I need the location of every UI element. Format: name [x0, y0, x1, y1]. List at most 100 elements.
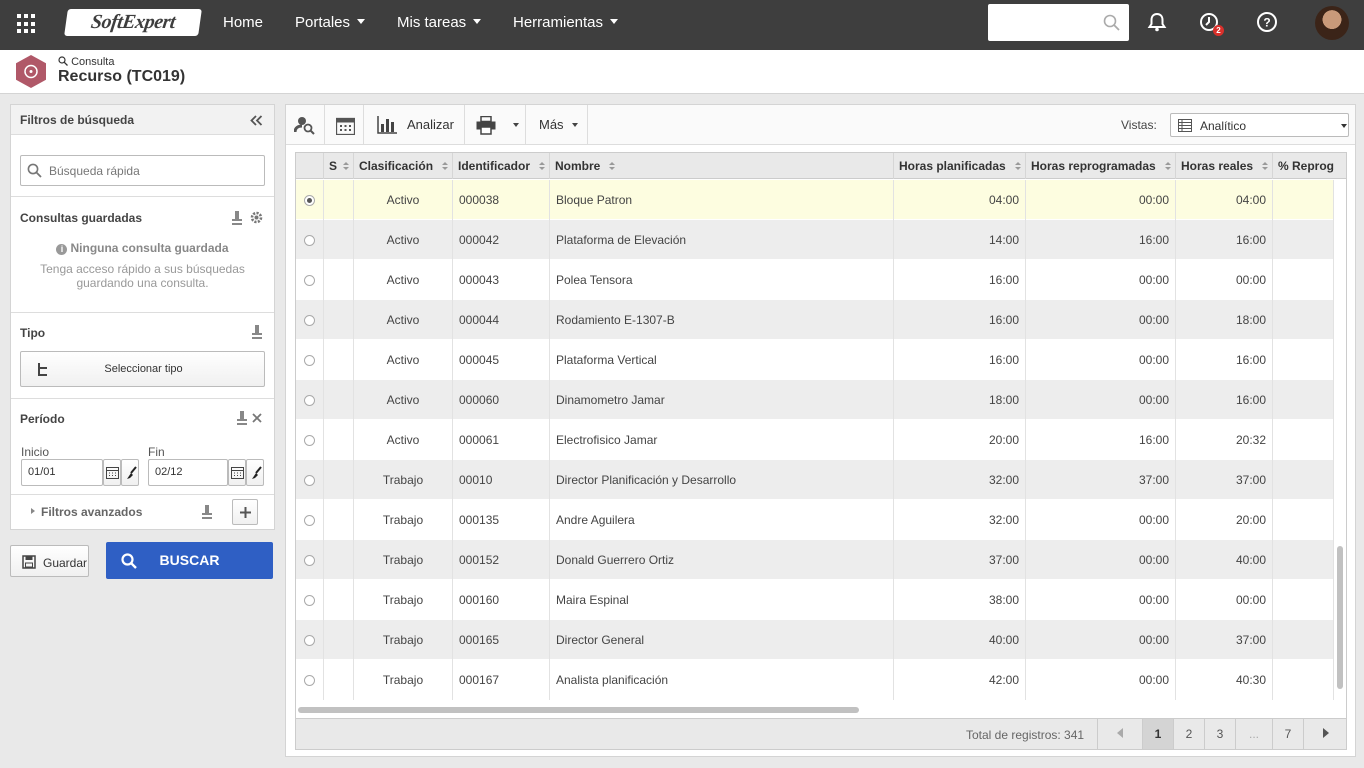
row-radio[interactable]	[304, 555, 315, 566]
breadcrumb[interactable]: Consulta	[58, 56, 114, 68]
collapse-icon[interactable]	[250, 115, 263, 126]
table-row[interactable]: Activo 000038 Bloque Patron 04:00 00:00 04:00	[296, 180, 1334, 220]
cell-select[interactable]	[296, 660, 324, 700]
user-search-button[interactable]	[286, 105, 325, 144]
row-radio[interactable]	[304, 635, 315, 646]
inicio-date-input[interactable]: 01/01	[21, 459, 103, 486]
cell-select[interactable]	[296, 420, 324, 460]
cell-select[interactable]	[296, 180, 324, 220]
cell-horas-planificadas: 16:00	[894, 340, 1026, 380]
cell-horas-planificadas: 42:00	[894, 660, 1026, 700]
nav-herramientas[interactable]: Herramientas	[513, 0, 619, 50]
row-radio[interactable]	[304, 515, 315, 526]
pin-icon[interactable]	[252, 325, 262, 339]
cell-select[interactable]	[296, 380, 324, 420]
clear-brush-icon[interactable]	[121, 459, 139, 486]
print-button[interactable]	[465, 105, 526, 144]
views-select[interactable]: Analítico	[1170, 113, 1349, 137]
add-filter-button[interactable]	[232, 499, 258, 525]
table-row[interactable]: Trabajo 000165 Director General 40:00 00:00 3…	[296, 620, 1334, 660]
table-row[interactable]: Activo 000061 Electrofisico Jamar 20:00 16:0…	[296, 420, 1334, 460]
vertical-scrollbar[interactable]	[1337, 546, 1343, 689]
table-row[interactable]: Activo 000044 Rodamiento E-1307-B 16:00 00:0…	[296, 300, 1334, 340]
quick-search-input[interactable]: Búsqueda rápida	[20, 155, 265, 186]
calendar-icon[interactable]	[228, 459, 246, 486]
table-row[interactable]: Trabajo 000135 Andre Aguilera 32:00 00:00 20:…	[296, 500, 1334, 540]
nav-home[interactable]: Home	[223, 0, 263, 50]
table-row[interactable]: Trabajo 00010 Director Planificación y Des…	[296, 460, 1334, 500]
filter-panel: Filtros de búsqueda Búsqueda rápida Cons…	[10, 104, 275, 530]
caret-down-icon	[572, 123, 578, 127]
column-status[interactable]: S	[324, 153, 354, 179]
close-icon[interactable]	[252, 413, 262, 423]
prev-page-button[interactable]	[1097, 719, 1142, 749]
pin-icon[interactable]	[202, 505, 212, 519]
column-horas-reprogramadas[interactable]: Horas reprogramadas	[1026, 153, 1176, 179]
select-type-button[interactable]: Seleccionar tipo	[20, 351, 265, 387]
row-radio[interactable]	[304, 595, 315, 606]
cell-select[interactable]	[296, 220, 324, 260]
table-row[interactable]: Activo 000043 Polea Tensora 16:00 00:00 00:00	[296, 260, 1334, 300]
row-radio[interactable]	[304, 395, 315, 406]
calendar-view-button[interactable]	[325, 105, 364, 144]
clear-brush-icon[interactable]	[246, 459, 264, 486]
cell-select[interactable]	[296, 260, 324, 300]
row-radio[interactable]	[304, 235, 315, 246]
bell-icon[interactable]	[1146, 11, 1168, 33]
pin-icon[interactable]	[232, 211, 242, 225]
fin-date-input[interactable]: 02/12	[148, 459, 228, 486]
gear-icon[interactable]	[249, 210, 264, 225]
nav-portales[interactable]: Portales	[295, 0, 366, 50]
table-row[interactable]: Trabajo 000152 Donald Guerrero Ortiz 37:00 0…	[296, 540, 1334, 580]
cell-select[interactable]	[296, 580, 324, 620]
column-reprog-pct[interactable]: % Reprog	[1273, 153, 1346, 179]
table-row[interactable]: Activo 000045 Plataforma Vertical 16:00 00:0…	[296, 340, 1334, 380]
apps-grid-icon[interactable]	[17, 14, 37, 34]
row-radio[interactable]	[304, 435, 315, 446]
search-button-label: BUSCAR	[159, 552, 220, 568]
horizontal-scrollbar[interactable]	[298, 707, 859, 713]
page-7[interactable]: 7	[1272, 719, 1303, 749]
cell-select[interactable]	[296, 540, 324, 580]
search-button[interactable]: BUSCAR	[106, 542, 273, 579]
table-row[interactable]: Trabajo 000167 Analista planificación 42:00…	[296, 660, 1334, 700]
page-2[interactable]: 2	[1173, 719, 1204, 749]
cell-select[interactable]	[296, 620, 324, 660]
analyze-button[interactable]: Analizar	[364, 105, 465, 144]
row-radio[interactable]	[304, 675, 315, 686]
table-row[interactable]: Activo 000060 Dinamometro Jamar 18:00 00:00 1…	[296, 380, 1334, 420]
row-radio[interactable]	[304, 355, 315, 366]
page-3[interactable]: 3	[1204, 719, 1235, 749]
table-row[interactable]: Activo 000042 Plataforma de Elevación 14:00…	[296, 220, 1334, 260]
pin-icon[interactable]	[237, 411, 247, 425]
nav-mis-tareas[interactable]: Mis tareas	[397, 0, 482, 50]
row-radio[interactable]	[304, 195, 315, 206]
softexpert-logo[interactable]: SoftExpert	[64, 9, 202, 36]
cell-nombre: Bloque Patron	[550, 180, 894, 220]
column-clasificacion[interactable]: Clasificación	[354, 153, 453, 179]
column-horas-reales[interactable]: Horas reales	[1176, 153, 1273, 179]
user-avatar[interactable]	[1315, 6, 1349, 40]
caret-down-icon	[513, 123, 519, 127]
page-1[interactable]: 1	[1142, 719, 1173, 749]
calendar-icon[interactable]	[103, 459, 121, 486]
top-search-input[interactable]	[988, 4, 1129, 41]
table-row[interactable]: Trabajo 000160 Maira Espinal 38:00 00:00 00:0…	[296, 580, 1334, 620]
cell-select[interactable]	[296, 460, 324, 500]
cell-horas-reprogramadas: 00:00	[1026, 260, 1176, 300]
column-identificador[interactable]: Identificador	[453, 153, 550, 179]
column-nombre[interactable]: Nombre	[550, 153, 894, 179]
next-page-button[interactable]	[1303, 719, 1346, 749]
row-radio[interactable]	[304, 475, 315, 486]
cell-horas-reales: 20:32	[1176, 420, 1273, 460]
save-button[interactable]: Guardar	[10, 545, 89, 577]
cell-select[interactable]	[296, 500, 324, 540]
advanced-filters-section[interactable]: Filtros avanzados	[11, 495, 274, 529]
column-horas-planificadas[interactable]: Horas planificadas	[894, 153, 1026, 179]
cell-select[interactable]	[296, 340, 324, 380]
help-icon[interactable]: ?	[1256, 11, 1278, 33]
row-radio[interactable]	[304, 275, 315, 286]
row-radio[interactable]	[304, 315, 315, 326]
more-button[interactable]: Más	[526, 105, 588, 144]
cell-select[interactable]	[296, 300, 324, 340]
